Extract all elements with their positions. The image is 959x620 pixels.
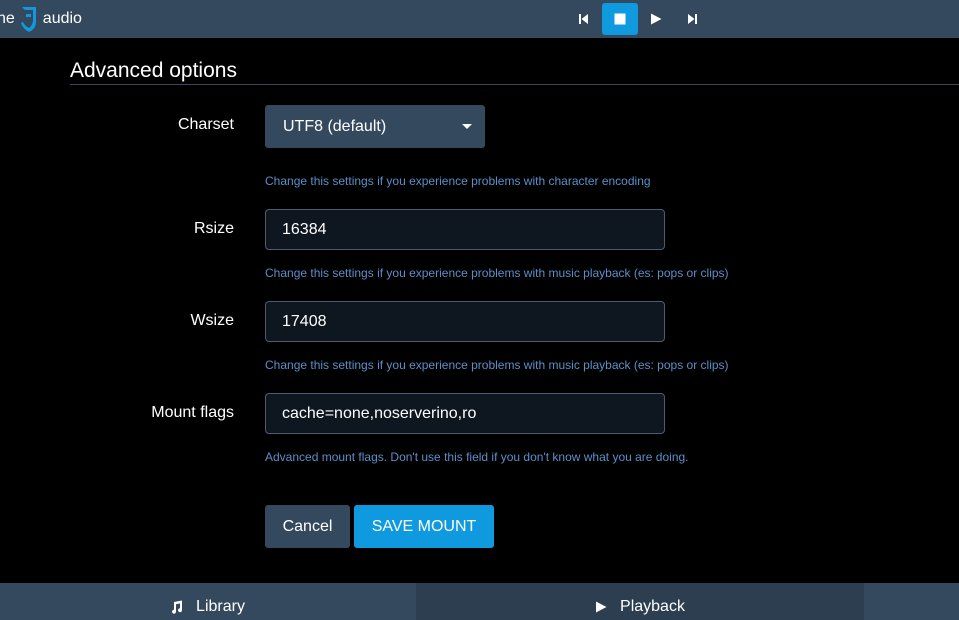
charset-select[interactable]: UTF8 (default) bbox=[265, 105, 485, 148]
charset-label: Charset bbox=[177, 116, 234, 133]
play-button[interactable] bbox=[638, 3, 674, 35]
bottom-tab-bar: Library Playback bbox=[0, 583, 959, 620]
previous-button[interactable] bbox=[566, 3, 602, 35]
mount-flags-input[interactable] bbox=[265, 393, 665, 434]
brand-logo[interactable]: ne audio bbox=[0, 0, 82, 38]
play-icon bbox=[596, 601, 607, 612]
rsize-help: Change this settings if you experience p… bbox=[265, 266, 729, 280]
section-title: Advanced options bbox=[70, 59, 237, 82]
wsize-input[interactable] bbox=[265, 301, 665, 342]
tab-playback[interactable]: Playback bbox=[416, 583, 864, 620]
shield-logo-icon bbox=[20, 7, 36, 32]
top-bar: ne audio bbox=[0, 0, 959, 38]
save-mount-button[interactable]: SAVE MOUNT bbox=[354, 505, 494, 548]
wsize-label: Wsize bbox=[190, 312, 234, 329]
next-button[interactable] bbox=[674, 3, 710, 35]
tab-library[interactable]: Library bbox=[0, 583, 414, 620]
skip-next-icon bbox=[688, 14, 697, 24]
tab-playback-label: Playback bbox=[620, 597, 685, 615]
main-content: Advanced options Charset UTF8 (default) … bbox=[0, 38, 959, 583]
skip-previous-icon bbox=[579, 14, 588, 24]
tab-library-label: Library bbox=[196, 597, 245, 615]
mount-flags-help: Advanced mount flags. Don't use this fie… bbox=[265, 450, 689, 464]
mount-flags-label: Mount flags bbox=[151, 404, 234, 421]
caret-down-icon bbox=[462, 124, 472, 129]
charset-help: Change this settings if you experience p… bbox=[265, 174, 651, 188]
cancel-button[interactable]: Cancel bbox=[265, 505, 350, 548]
rsize-label: Rsize bbox=[193, 220, 234, 237]
stop-button[interactable] bbox=[602, 3, 638, 35]
section-divider bbox=[70, 84, 959, 85]
rsize-input[interactable] bbox=[265, 209, 665, 250]
play-icon bbox=[651, 13, 662, 25]
playback-controls bbox=[566, 3, 710, 35]
music-note-icon bbox=[172, 600, 183, 614]
charset-selected-value: UTF8 (default) bbox=[283, 117, 387, 135]
stop-icon bbox=[614, 13, 626, 25]
wsize-help: Change this settings if you experience p… bbox=[265, 358, 729, 372]
brand-name: audio bbox=[42, 10, 82, 27]
brand-prefix: ne bbox=[0, 10, 15, 27]
